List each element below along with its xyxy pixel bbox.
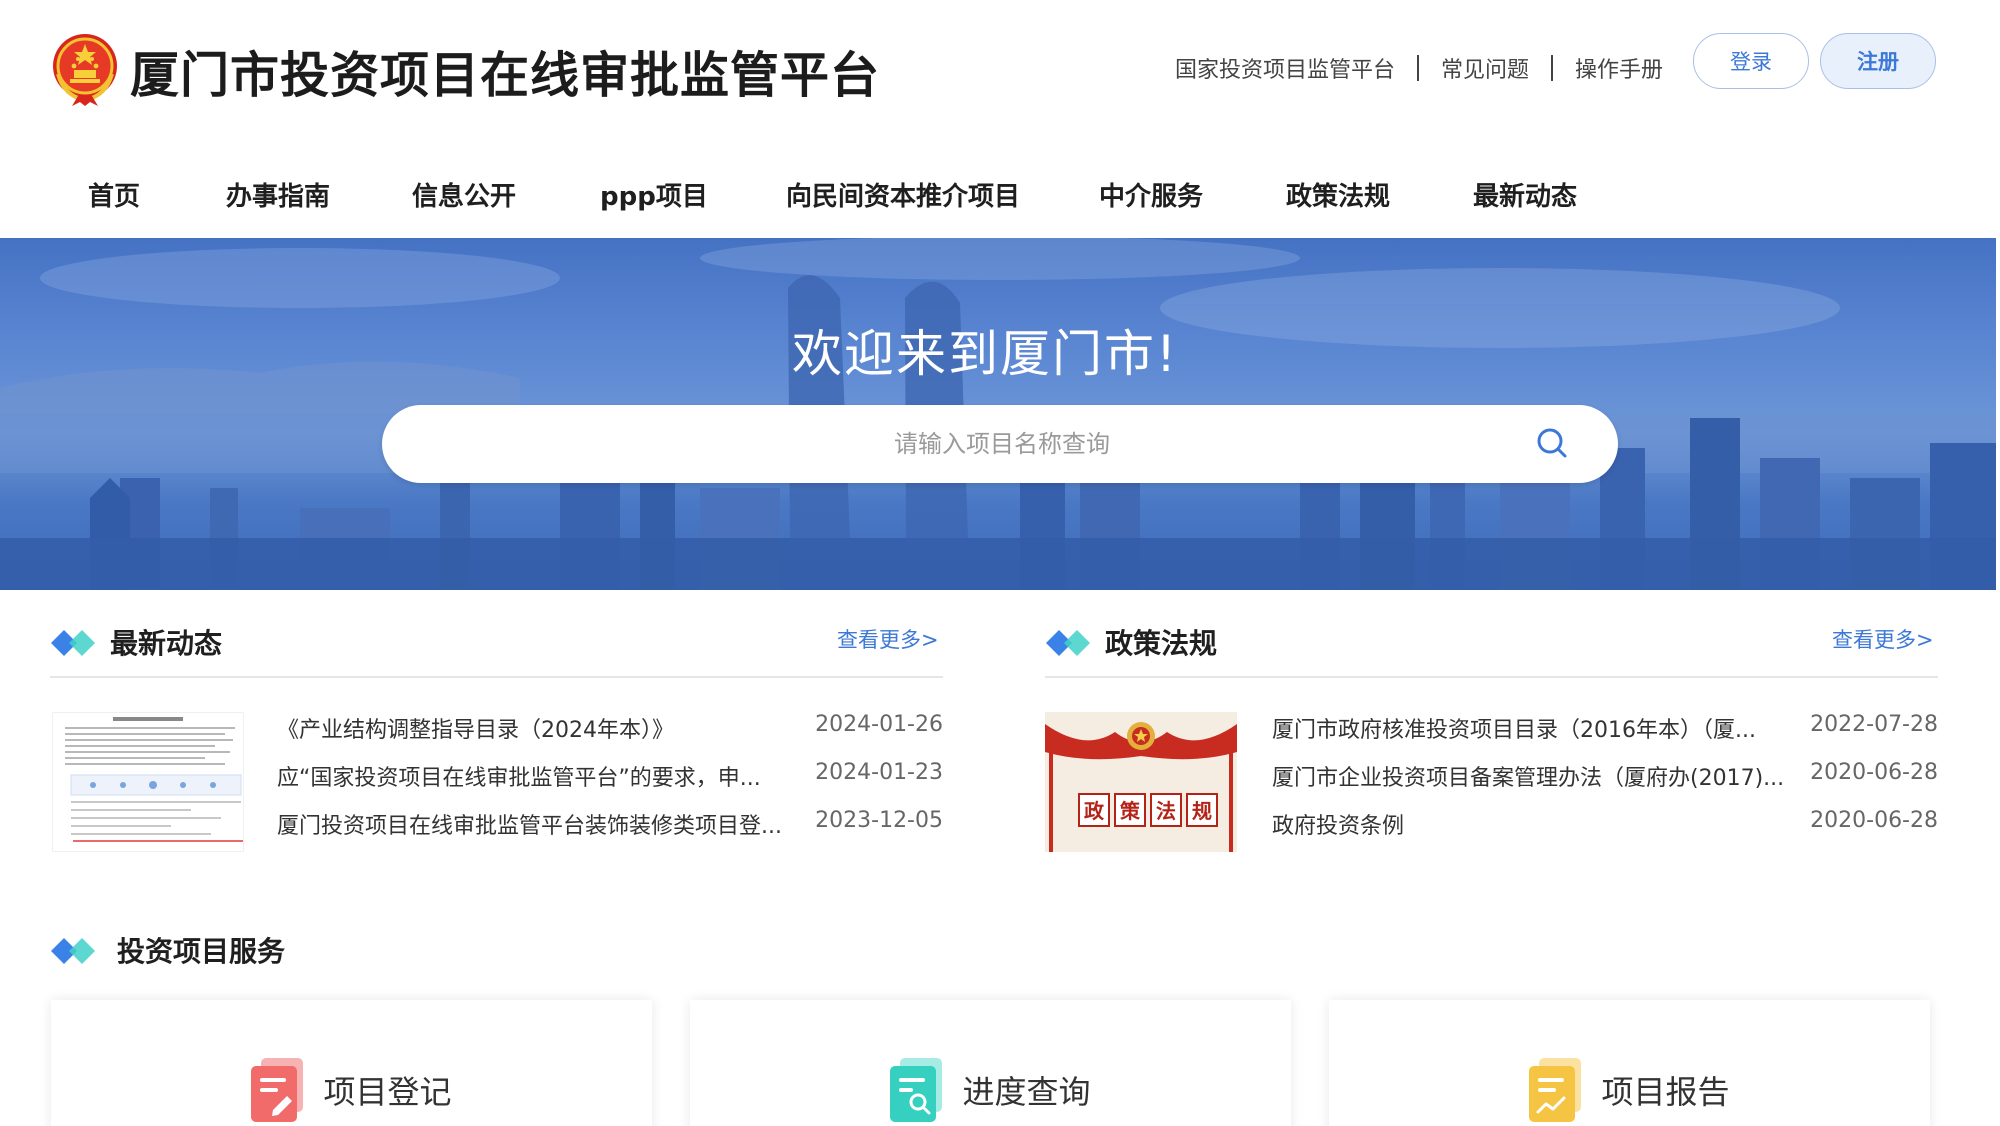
news-item-date: 2024-01-23 [815,760,943,785]
report-document-icon [1529,1058,1582,1122]
policy-item[interactable]: 政府投资条例 2020-06-28 [1272,808,1938,840]
policy-thumb-char: 策 [1120,799,1141,823]
national-platform-link[interactable]: 国家投资项目监管平台 [1175,52,1395,84]
news-item[interactable]: 《产业结构调整指导目录（2024年本）》 2024-01-26 [277,712,943,744]
service-card-content: 进度查询 [690,1058,1291,1122]
news-item-title[interactable]: 《产业结构调整指导目录（2024年本）》 [277,712,674,744]
news-item-date: 2023-12-05 [815,808,943,833]
nav-info-public[interactable]: 信息公开 [412,176,516,213]
section-diamond-icon [51,938,95,964]
site-title: 厦门市投资项目在线审批监管平台 [130,47,881,104]
policy-item-title[interactable]: 政府投资条例 [1272,808,1404,840]
policy-item-title[interactable]: 厦门市企业投资项目备案管理办法（厦府办(2017)... [1272,760,1784,792]
hero-banner: 欢迎来到厦门市! [0,238,1996,590]
news-item-title[interactable]: 应“国家投资项目在线审批监管平台”的要求，申... [277,760,761,792]
service-card-content: 项目报告 [1329,1058,1930,1122]
register-button[interactable]: 注册 [1820,33,1936,89]
nav-intermediary[interactable]: 中介服务 [1099,176,1203,213]
nav-private-capital[interactable]: 向民间资本推介项目 [786,176,1020,213]
policy-item-title[interactable]: 厦门市政府核准投资项目目录（2016年本）（厦... [1272,712,1756,744]
search-icon[interactable] [1534,425,1570,461]
service-card-content: 项目登记 [51,1058,652,1122]
service-card-label: 项目登记 [323,1073,452,1111]
service-card-register[interactable]: 项目登记 [51,1000,652,1126]
manual-link[interactable]: 操作手册 [1575,52,1663,84]
policy-more-link[interactable]: 查看更多> [1832,624,1934,654]
nav-policy[interactable]: 政策法规 [1286,176,1390,213]
service-card-progress[interactable]: 进度查询 [690,1000,1291,1126]
nav-ppp-projects[interactable]: ppp项目 [600,176,708,213]
nav-home[interactable]: 首页 [88,176,140,213]
policy-thumbnail-image[interactable]: 政 策 法 规 [1045,712,1237,852]
policy-item-date: 2020-06-28 [1810,808,1938,833]
policy-section-title: 政策法规 [1105,627,1218,660]
policy-divider [1045,676,1938,678]
news-item[interactable]: 应“国家投资项目在线审批监管平台”的要求，申... 2024-01-23 [277,760,943,792]
news-item-title[interactable]: 厦门投资项目在线审批监管平台装饰装修类项目登... [277,808,782,840]
link-separator [1417,55,1420,81]
login-button[interactable]: 登录 [1693,33,1809,89]
link-separator [1551,55,1554,81]
welcome-heading: 欢迎来到厦门市! [791,325,1179,383]
header: 厦门市投资项目在线审批监管平台 国家投资项目监管平台 常见问题 操作手册 登录 … [0,0,2000,130]
nav-news[interactable]: 最新动态 [1473,176,1577,213]
news-item[interactable]: 厦门投资项目在线审批监管平台装饰装修类项目登... 2023-12-05 [277,808,943,840]
policy-item-date: 2020-06-28 [1810,760,1938,785]
news-section-header: 最新动态 查看更多> [50,618,943,668]
news-divider [50,676,943,678]
policy-item[interactable]: 厦门市政府核准投资项目目录（2016年本）（厦... 2022-07-28 [1272,712,1938,744]
policy-banner-icon: 政 策 法 规 [1045,712,1237,852]
edit-document-icon [251,1058,304,1122]
services-section-header: 投资项目服务 [50,926,650,976]
project-search-bar [382,405,1618,483]
policy-section-header: 政策法规 查看更多> [1045,618,1938,668]
policy-thumb-char: 规 [1192,799,1212,823]
national-emblem-icon [53,34,117,106]
main-nav: 首页 办事指南 信息公开 ppp项目 向民间资本推介项目 中介服务 政策法规 最… [0,166,2000,226]
policy-item-date: 2022-07-28 [1810,712,1938,737]
service-card-label: 项目报告 [1601,1073,1730,1111]
policy-item[interactable]: 厦门市企业投资项目备案管理办法（厦府办(2017)... 2020-06-28 [1272,760,1938,792]
news-thumbnail-image[interactable] [52,712,244,852]
news-item-date: 2024-01-26 [815,712,943,737]
search-document-icon [890,1058,943,1122]
news-more-link[interactable]: 查看更多> [837,624,939,654]
nav-guide[interactable]: 办事指南 [226,176,330,213]
service-card-report[interactable]: 项目报告 [1329,1000,1930,1126]
section-diamond-icon [51,630,95,656]
project-search-input[interactable] [382,405,1522,483]
services-section-title: 投资项目服务 [117,935,286,968]
top-links: 国家投资项目监管平台 常见问题 操作手册 [1175,52,1663,84]
news-section-title: 最新动态 [110,627,223,660]
section-diamond-icon [1046,630,1090,656]
document-preview-icon [53,713,243,851]
service-card-label: 进度查询 [962,1073,1091,1111]
policy-thumb-char: 法 [1156,799,1176,823]
faq-link[interactable]: 常见问题 [1441,52,1529,84]
policy-thumb-char: 政 [1084,799,1105,823]
